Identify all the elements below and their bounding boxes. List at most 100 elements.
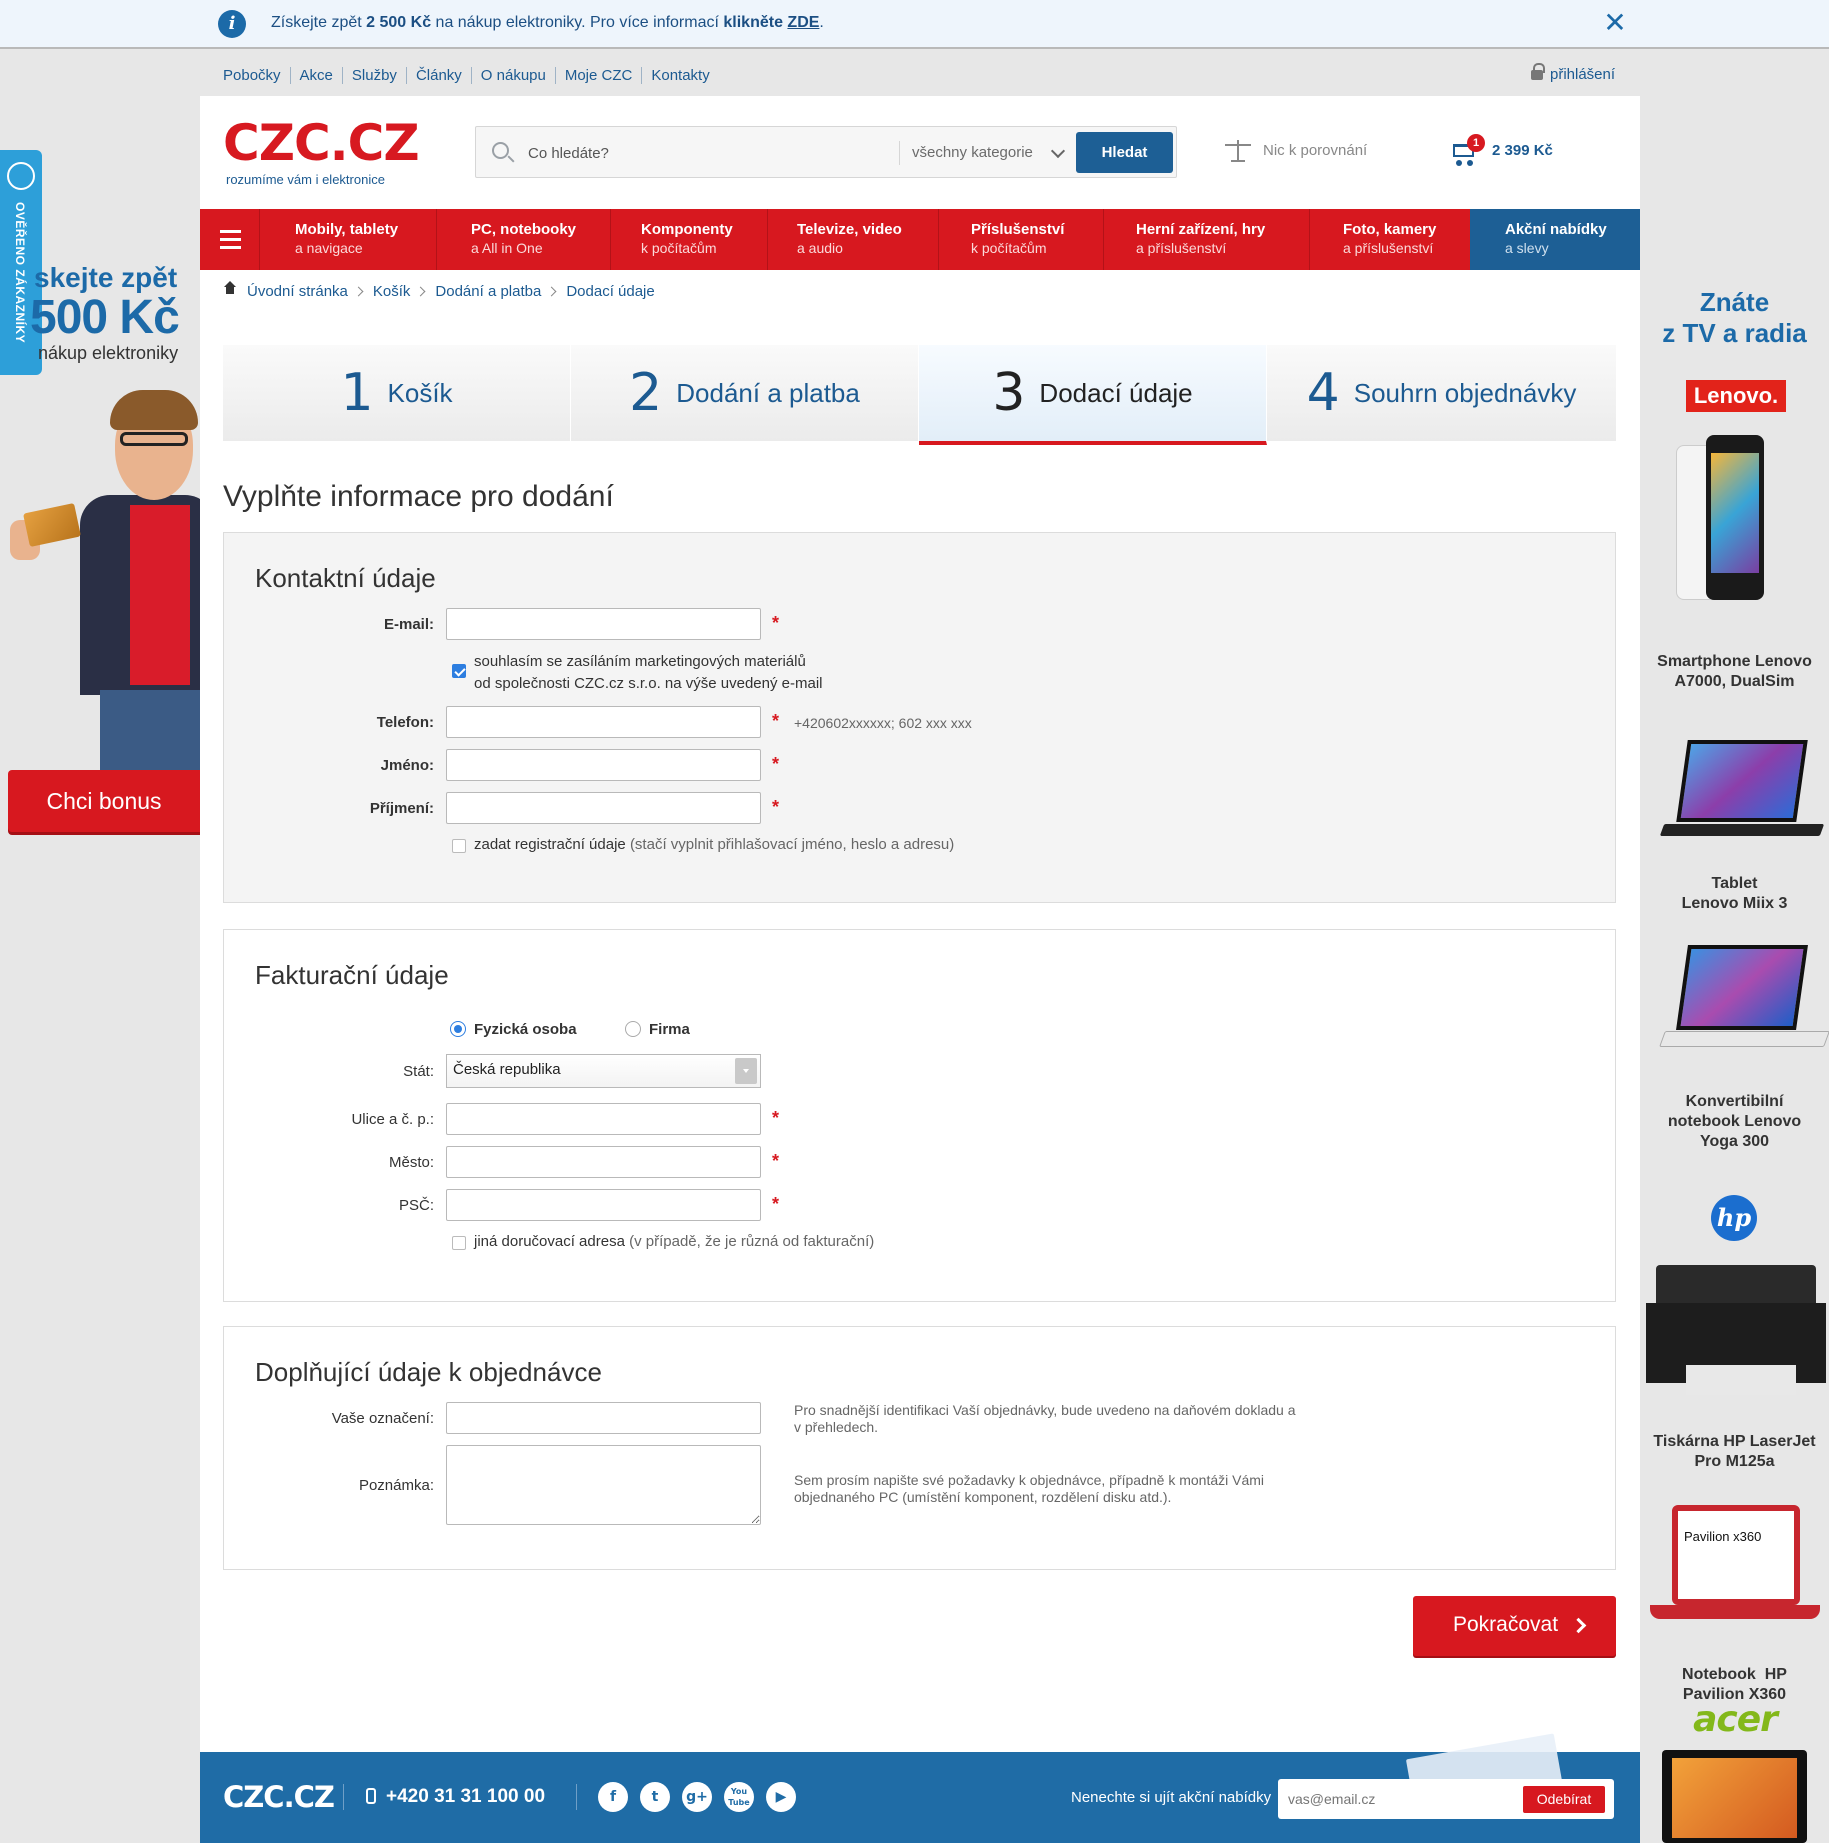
step-summary[interactable]: 4 Souhrn objednávky: [1267, 345, 1616, 441]
nav-cat-components[interactable]: Komponenty k počítačům: [610, 209, 767, 270]
laptop-image[interactable]: [1659, 945, 1829, 1055]
chevron-down-icon: [735, 1058, 757, 1084]
caption-line: Yoga 300: [1699, 1133, 1770, 1150]
product-caption[interactable]: Konvertibilní notebook Lenovo Yoga 300: [1640, 1092, 1829, 1152]
product-caption[interactable]: Smartphone Lenovo A7000, DualSim: [1640, 652, 1829, 692]
search-icon: [492, 142, 509, 159]
nav-link-articles[interactable]: Články: [405, 67, 471, 84]
street-field[interactable]: [446, 1103, 761, 1135]
breadcrumb-cart[interactable]: Košík: [373, 283, 411, 300]
lenovo-logo: Lenovo.: [1686, 380, 1786, 412]
nav-cat-tv[interactable]: Televize, video a audio: [767, 209, 938, 270]
product-caption[interactable]: Tiskárna HP LaserJet Pro M125a: [1640, 1432, 1829, 1472]
breadcrumb-home[interactable]: Úvodní stránka: [247, 283, 348, 300]
nav-link-branches[interactable]: Pobočky: [223, 67, 290, 84]
nav-link-services[interactable]: Služby: [341, 67, 406, 84]
phone-hint: +420602xxxxxx; 602 xxx xxx: [794, 715, 972, 731]
nav-cat-pc[interactable]: PC, notebooky a All in One: [436, 209, 610, 270]
cart-count-badge: 1: [1467, 134, 1485, 152]
nav-link-promo[interactable]: Akce: [289, 67, 342, 84]
info-message: Získejte zpět 2 500 Kč na nákup elektron…: [271, 14, 824, 32]
nav-link-about-shopping[interactable]: O nákupu: [470, 67, 555, 84]
nav-link-contacts[interactable]: Kontakty: [641, 67, 719, 84]
youtube-icon[interactable]: You Tube: [724, 1782, 754, 1812]
nav-link-my-czc[interactable]: Moje CZC: [554, 67, 642, 84]
lastname-field[interactable]: [446, 792, 761, 824]
continue-button[interactable]: Pokračovat: [1413, 1596, 1616, 1656]
search-input[interactable]: [528, 139, 868, 167]
other-address-checkbox[interactable]: [452, 1236, 466, 1250]
footer: CZC.CZ +420 31 31 100 00 f t g+ You Tube…: [200, 1733, 1640, 1843]
nav-cat-photo[interactable]: Foto, kamery a příslušenství: [1309, 209, 1470, 270]
breadcrumb: Úvodní stránka Košík Dodání a platba Dodací…: [223, 281, 655, 300]
google-plus-icon[interactable]: g+: [682, 1782, 712, 1812]
bonus-button[interactable]: Chci bonus: [8, 770, 200, 832]
chevron-right-icon: [415, 286, 426, 297]
email-field[interactable]: [446, 608, 761, 640]
play-icon[interactable]: ▶: [766, 1782, 796, 1812]
laptop-image[interactable]: [1662, 1750, 1807, 1843]
note-textarea[interactable]: [446, 1445, 761, 1525]
marketing-consent-checkbox[interactable]: [452, 664, 466, 678]
footer-logo[interactable]: CZC.CZ: [223, 1780, 335, 1814]
phone-field[interactable]: [446, 706, 761, 738]
search-button[interactable]: Hledat: [1076, 132, 1173, 173]
radio-person[interactable]: [450, 1021, 466, 1037]
product-caption[interactable]: Tablet Lenovo Miix 3: [1640, 874, 1829, 914]
twitter-icon[interactable]: t: [640, 1782, 670, 1812]
right-banner-ad[interactable]: Znáte z TV a radia Lenovo. Smartphone Le…: [1640, 280, 1829, 1843]
caption-line: Lenovo Miix 3: [1681, 895, 1788, 912]
step-cart[interactable]: 1 Košík: [223, 345, 571, 441]
login-link[interactable]: přihlášení: [1531, 63, 1615, 83]
verified-label: OVĚŘENO ZÁKAZNÍKY: [13, 202, 27, 344]
info-end: .: [819, 14, 824, 31]
other-address-label: jiná doručovací adresa (v případě, že je…: [474, 1231, 874, 1253]
facebook-icon[interactable]: f: [598, 1782, 628, 1812]
email-label: E-mail:: [383, 616, 434, 633]
nav-cat-gaming[interactable]: Herní zařízení, hry a příslušenství: [1103, 209, 1309, 270]
register-checkbox[interactable]: [452, 839, 466, 853]
main-page: CZC.CZ rozumíme vám i elektronice všechn…: [200, 96, 1640, 1843]
tablet-image[interactable]: [1659, 740, 1825, 850]
newsletter-form: Odebírat: [1278, 1779, 1614, 1819]
footer-phone[interactable]: +420 31 31 100 00: [366, 1786, 545, 1808]
nav-cat-title: PC, notebooky: [471, 221, 577, 238]
firstname-field[interactable]: [446, 749, 761, 781]
home-icon[interactable]: [223, 281, 237, 297]
reference-hint: Pro snadnější identifikaci Vaší objednáv…: [794, 1402, 1295, 1436]
step-shipping[interactable]: 2 Dodání a platba: [571, 345, 919, 441]
menu-icon[interactable]: [200, 209, 260, 270]
subscribe-button[interactable]: Odebírat: [1523, 1786, 1605, 1813]
phone-image[interactable]: [1706, 435, 1764, 600]
breadcrumb-shipping[interactable]: Dodání a platba: [435, 283, 541, 300]
country-value: Česká republika: [453, 1061, 561, 1078]
site-logo[interactable]: CZC.CZ rozumíme vám i elektronice: [223, 118, 420, 187]
info-link[interactable]: ZDE: [787, 14, 819, 31]
nav-cat-deals[interactable]: Akční nabídky a slevy: [1470, 209, 1640, 270]
checkout-steps: 1 Košík 2 Dodání a platba 3 Dodací údaje 4S…: [223, 345, 1616, 445]
category-select[interactable]: všechny kategorie: [899, 141, 1071, 165]
nav-cat-accessories[interactable]: Příslušenství k počítačům: [938, 209, 1103, 270]
zip-label: PSČ:: [398, 1197, 434, 1214]
newsletter-email-input[interactable]: [1288, 1787, 1488, 1811]
section-heading: Doplňující údaje k objednávce: [255, 1357, 602, 1387]
nav-cat-subtitle: a příslušenství: [1136, 240, 1227, 256]
zip-field[interactable]: [446, 1189, 761, 1221]
country-label: Stát:: [403, 1063, 434, 1080]
cart-price: 2 399 Kč: [1492, 142, 1553, 159]
country-select[interactable]: Česká republika: [446, 1054, 761, 1088]
required-mark: *: [772, 711, 780, 731]
nav-cat-mobiles[interactable]: Mobily, tablety a navigace: [260, 209, 436, 270]
hp-logo: hp: [1711, 1195, 1757, 1241]
laptop-image[interactable]: Pavilion x360: [1650, 1505, 1820, 1635]
other-address-hint: (v případě, že je různá od fakturační): [629, 1233, 875, 1250]
compare-link[interactable]: Nic k porovnání: [1225, 140, 1367, 162]
reference-field[interactable]: [446, 1402, 761, 1434]
radio-company[interactable]: [625, 1021, 641, 1037]
printer-image[interactable]: [1646, 1265, 1826, 1405]
city-field[interactable]: [446, 1146, 761, 1178]
step-label: Dodání a platba: [676, 378, 860, 408]
info-bold: klikněte: [723, 14, 783, 31]
close-icon[interactable]: ✕: [1600, 8, 1630, 38]
left-banner-ad[interactable]: OVĚŘENO ZÁKAZNÍKY skejte zpět 500 Kč nák…: [0, 150, 200, 840]
